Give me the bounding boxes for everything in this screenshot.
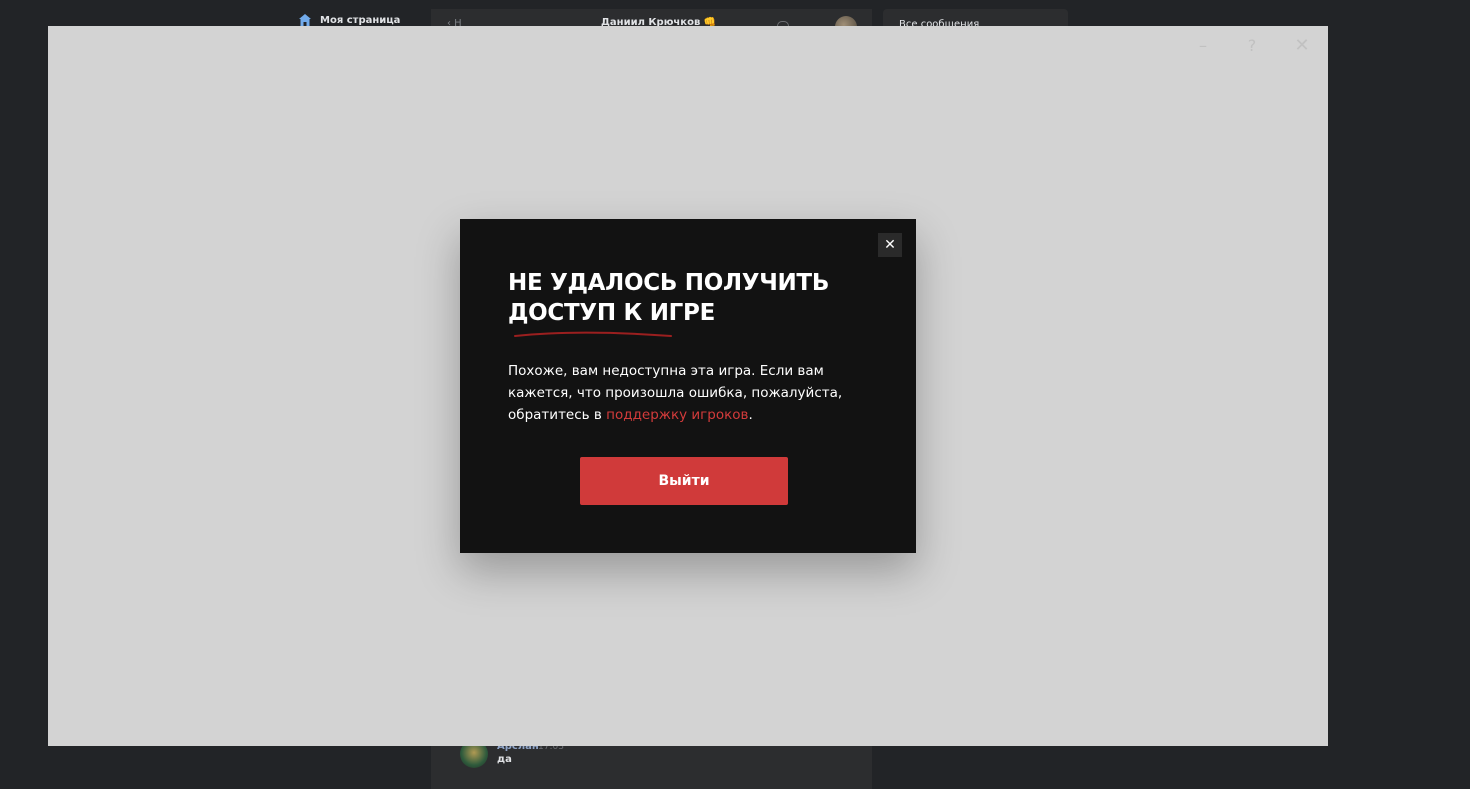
minimize-icon[interactable]: – bbox=[1193, 36, 1213, 56]
sidebar-item-my-page[interactable]: Моя страница bbox=[298, 13, 400, 27]
close-icon[interactable]: ✕ bbox=[1292, 36, 1312, 56]
dialog-title-line-2: ДОСТУП К ИГРЕ bbox=[508, 300, 715, 326]
dialog-message: Похоже, вам недоступна эта игра. Если ва… bbox=[508, 360, 878, 426]
dialog-title: НЕ УДАЛОСЬ ПОЛУЧИТЬ ДОСТУП К ИГРЕ bbox=[508, 268, 868, 328]
error-dialog: ✕ НЕ УДАЛОСЬ ПОЛУЧИТЬ ДОСТУП К ИГРЕ Похо… bbox=[460, 219, 916, 553]
support-link[interactable]: поддержку игроков bbox=[606, 407, 748, 423]
dialog-message-end: . bbox=[748, 407, 753, 423]
message-text: да bbox=[497, 754, 512, 765]
title-underline-decoration bbox=[514, 331, 672, 337]
sidebar-item-label: Моя страница bbox=[320, 14, 401, 26]
close-icon: ✕ bbox=[884, 237, 896, 253]
dialog-close-button[interactable]: ✕ bbox=[878, 233, 902, 257]
exit-button[interactable]: Выйти bbox=[580, 457, 788, 505]
dialog-title-line-1: НЕ УДАЛОСЬ ПОЛУЧИТЬ bbox=[508, 270, 830, 296]
help-icon[interactable]: ? bbox=[1242, 36, 1262, 56]
home-icon bbox=[299, 14, 311, 26]
